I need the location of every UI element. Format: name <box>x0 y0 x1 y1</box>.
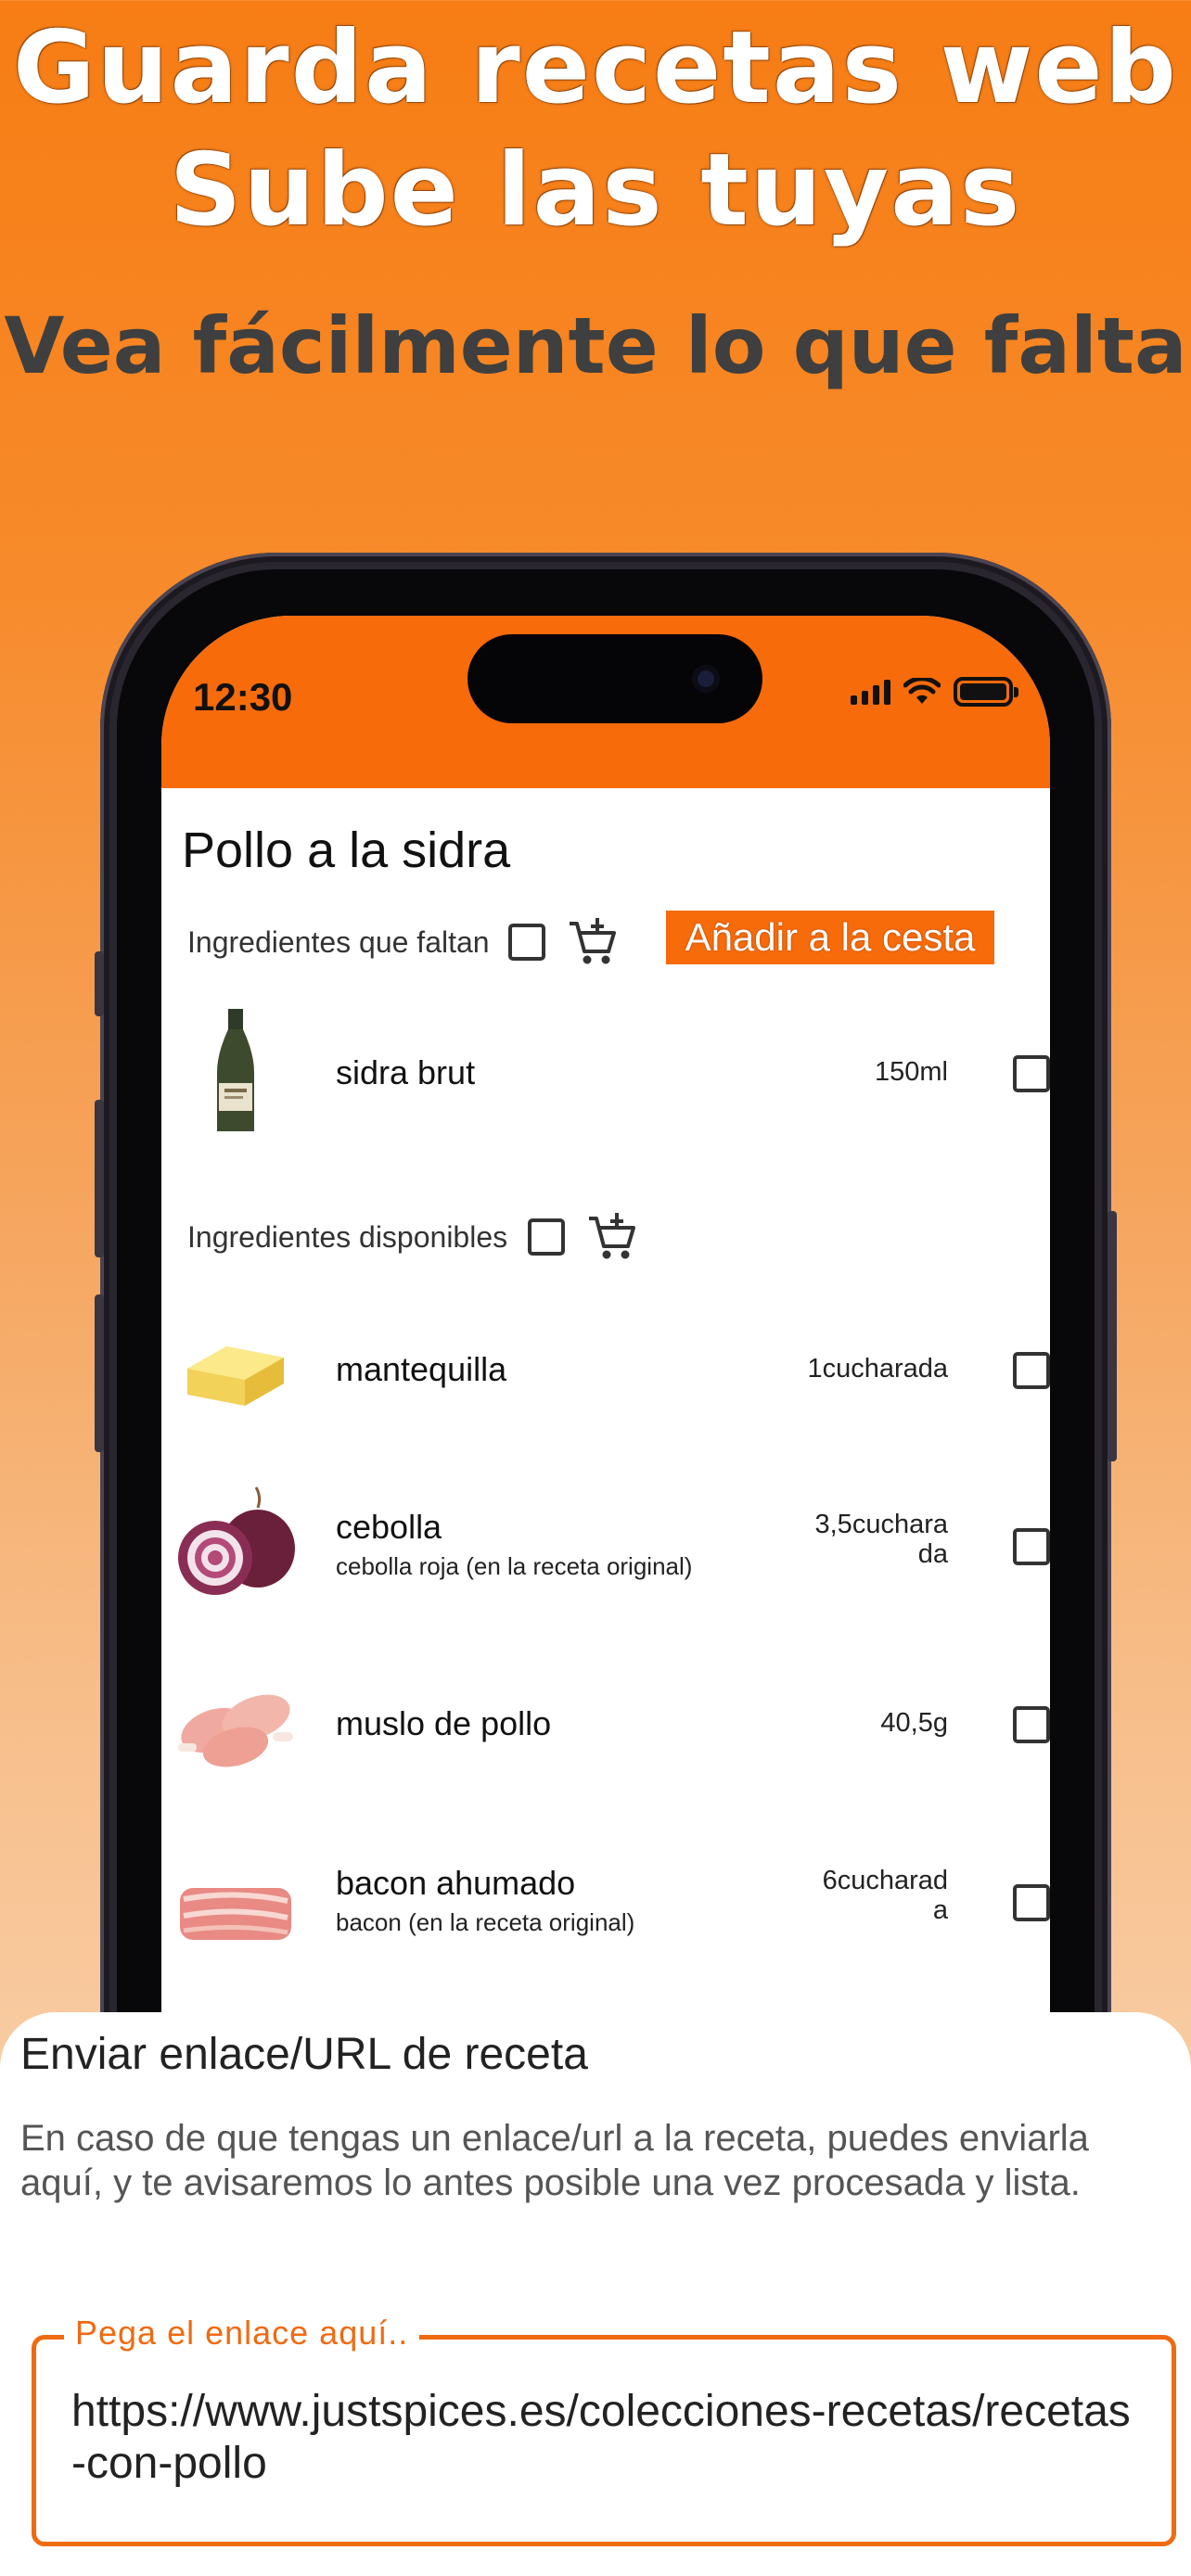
add-to-cart-icon[interactable] <box>566 916 620 968</box>
available-ingredients-header: Ingredientes disponibles <box>187 1211 639 1263</box>
add-to-cart-icon[interactable] <box>585 1211 639 1263</box>
butter-image <box>187 1346 284 1406</box>
ingredient-quantity-line1: 3,5cuchara <box>814 1510 949 1539</box>
wifi-icon <box>903 678 941 704</box>
ingredient-quantity-line2: da <box>917 1539 948 1569</box>
camera-icon <box>692 665 720 693</box>
sheet-description: En caso de que tengas un enlace/url a la… <box>20 2118 1089 2203</box>
ingredient-checkbox[interactable] <box>1013 1352 1050 1389</box>
ingredient-original-note: bacon (en la receta original) <box>336 1908 635 1936</box>
promo-headline-2: Sube las tuyas <box>169 133 1022 249</box>
recipe-title: Pollo a la sidra <box>182 823 511 878</box>
ingredient-quantity: 1cucharada <box>807 1354 948 1384</box>
ingredient-row-muslo-de-pollo[interactable]: muslo de pollo 40,5g <box>161 1649 1050 1797</box>
promo-subheadline: Vea fácilmente lo que falta <box>4 300 1187 391</box>
ingredient-name: muslo de pollo <box>336 1704 552 1742</box>
ingredient-checkbox[interactable] <box>1013 1706 1050 1743</box>
ingredient-quantity-line2: a <box>932 1895 948 1925</box>
signal-icon <box>851 679 890 705</box>
red-onion-image <box>178 1486 295 1595</box>
ingredient-quantity: 6cucharad a <box>823 1866 948 1925</box>
bacon-image <box>180 1888 291 1940</box>
recipe-url-field[interactable]: Pega el enlace aquí.. https://www.justsp… <box>32 2314 1176 2546</box>
ingredient-checkbox[interactable] <box>1013 1055 1050 1092</box>
ingredient-row-bacon-ahumado[interactable]: bacon ahumado bacon (en la receta origin… <box>161 1827 1050 1975</box>
battery-icon <box>954 677 1018 707</box>
url-field-label: Pega el enlace aquí.. <box>64 2314 420 2353</box>
dynamic-island <box>467 634 762 723</box>
ingredient-row-cebolla[interactable]: cebolla cebolla roja (en la receta origi… <box>161 1471 1050 1619</box>
missing-select-all-checkbox[interactable] <box>507 924 545 961</box>
ingredient-quantity: 150ml <box>875 1057 948 1087</box>
status-time: 12:30 <box>193 675 293 719</box>
ingredient-name: cebolla <box>336 1508 442 1546</box>
ingredient-row-mantequilla[interactable]: mantequilla 1cucharada <box>161 1294 1050 1443</box>
promo-headline-1: Guarda recetas web <box>13 10 1178 126</box>
missing-ingredients-header: Ingredientes que faltan <box>187 916 620 968</box>
ingredient-checkbox[interactable] <box>1013 1528 1050 1565</box>
phone-volume-down <box>95 1294 104 1452</box>
ingredient-name: bacon ahumado <box>336 1864 576 1902</box>
chicken-thighs-image <box>178 1694 293 1767</box>
add-to-basket-button[interactable]: Añadir a la cesta <box>666 911 994 964</box>
ingredient-quantity-line1: 6cucharad <box>822 1866 948 1895</box>
ingredient-name: mantequilla <box>336 1350 507 1388</box>
sheet-title: Enviar enlace/URL de receta <box>20 2030 588 2079</box>
status-icons <box>851 677 1018 707</box>
ingredient-checkbox[interactable] <box>1013 1884 1050 1921</box>
url-field-value[interactable]: https://www.justspices.es/colecciones-re… <box>71 2386 1144 2490</box>
available-select-all-checkbox[interactable] <box>528 1218 566 1256</box>
phone-power-button <box>1108 1211 1117 1461</box>
status-bar: 12:30 <box>161 616 1050 788</box>
available-ingredients-label: Ingredientes disponibles <box>187 1219 508 1254</box>
send-url-sheet: Enviar enlace/URL de receta En caso de q… <box>0 2012 1191 2576</box>
ingredient-row-sidra-brut[interactable]: sidra brut 150ml <box>161 998 1050 1146</box>
cider-bottle-image <box>217 1009 254 1131</box>
phone-volume-up <box>95 1100 104 1257</box>
ingredient-name: sidra brut <box>336 1053 476 1091</box>
missing-ingredients-label: Ingredientes que faltan <box>187 925 490 959</box>
phone-side-button <box>95 951 104 1016</box>
ingredient-original-note: cebolla roja (en la receta original) <box>336 1552 693 1580</box>
ingredient-quantity: 40,5g <box>880 1708 948 1738</box>
ingredient-quantity: 3,5cuchara da <box>815 1510 949 1569</box>
